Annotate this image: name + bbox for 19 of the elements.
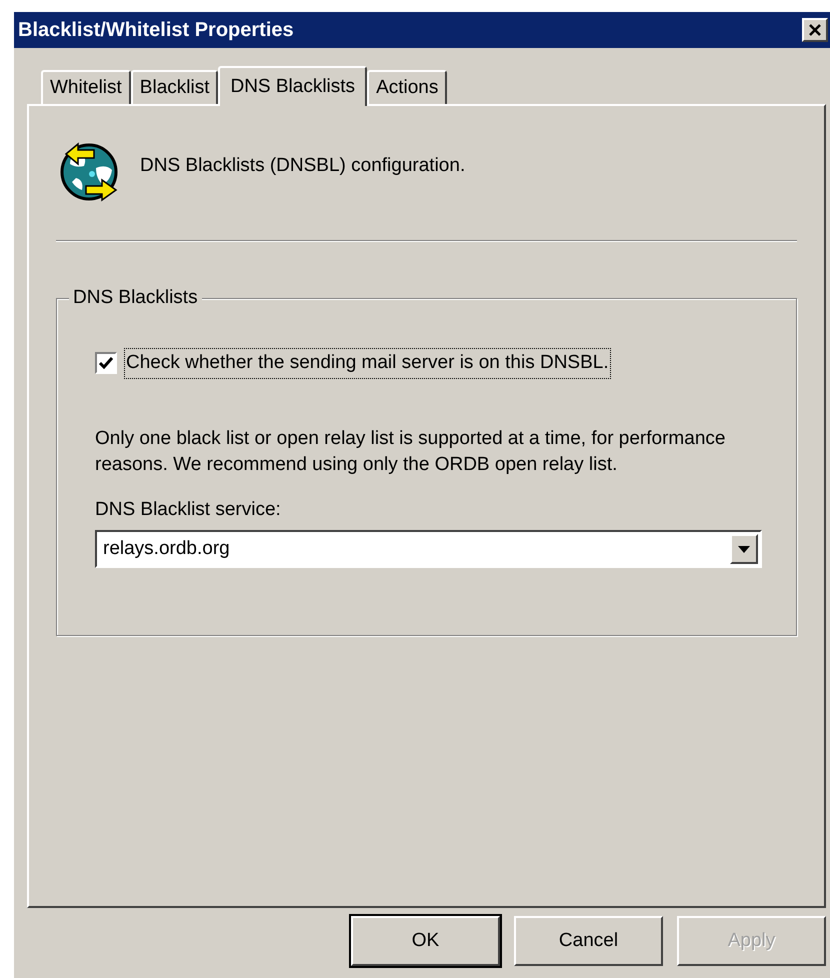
- info-paragraph: Only one black list or open relay list is supported at a time, for performance reasons. We recommend using only the ORDB open relay list.: [95, 426, 726, 476]
- field-label: DNS Blacklist service:: [95, 498, 282, 522]
- service-dropdown[interactable]: relays.ordb.org: [95, 530, 762, 568]
- checkbox-label[interactable]: Check whether the sending mail server is on this DNSBL.: [125, 349, 610, 378]
- checkbox[interactable]: [95, 352, 117, 374]
- tab[interactable]: Actions: [367, 70, 448, 104]
- dialog-button[interactable]: OK: [351, 916, 500, 966]
- close-button[interactable]: [802, 18, 828, 42]
- window-title: Blacklist/Whitelist Properties: [18, 18, 294, 43]
- dialog-button[interactable]: Cancel: [514, 916, 663, 966]
- checkmark-icon: [99, 357, 113, 370]
- header-text: DNS Blacklists (DNSBL) configuration.: [140, 154, 466, 178]
- tab[interactable]: Blacklist: [130, 70, 218, 104]
- tab[interactable]: DNS Blacklists: [218, 66, 368, 106]
- tab[interactable]: Whitelist: [41, 70, 131, 104]
- dropdown-arrow-button[interactable]: [730, 534, 758, 564]
- dropdown-value: relays.ordb.org: [103, 536, 230, 561]
- close-icon: [808, 24, 822, 36]
- caret-icon: [738, 546, 750, 552]
